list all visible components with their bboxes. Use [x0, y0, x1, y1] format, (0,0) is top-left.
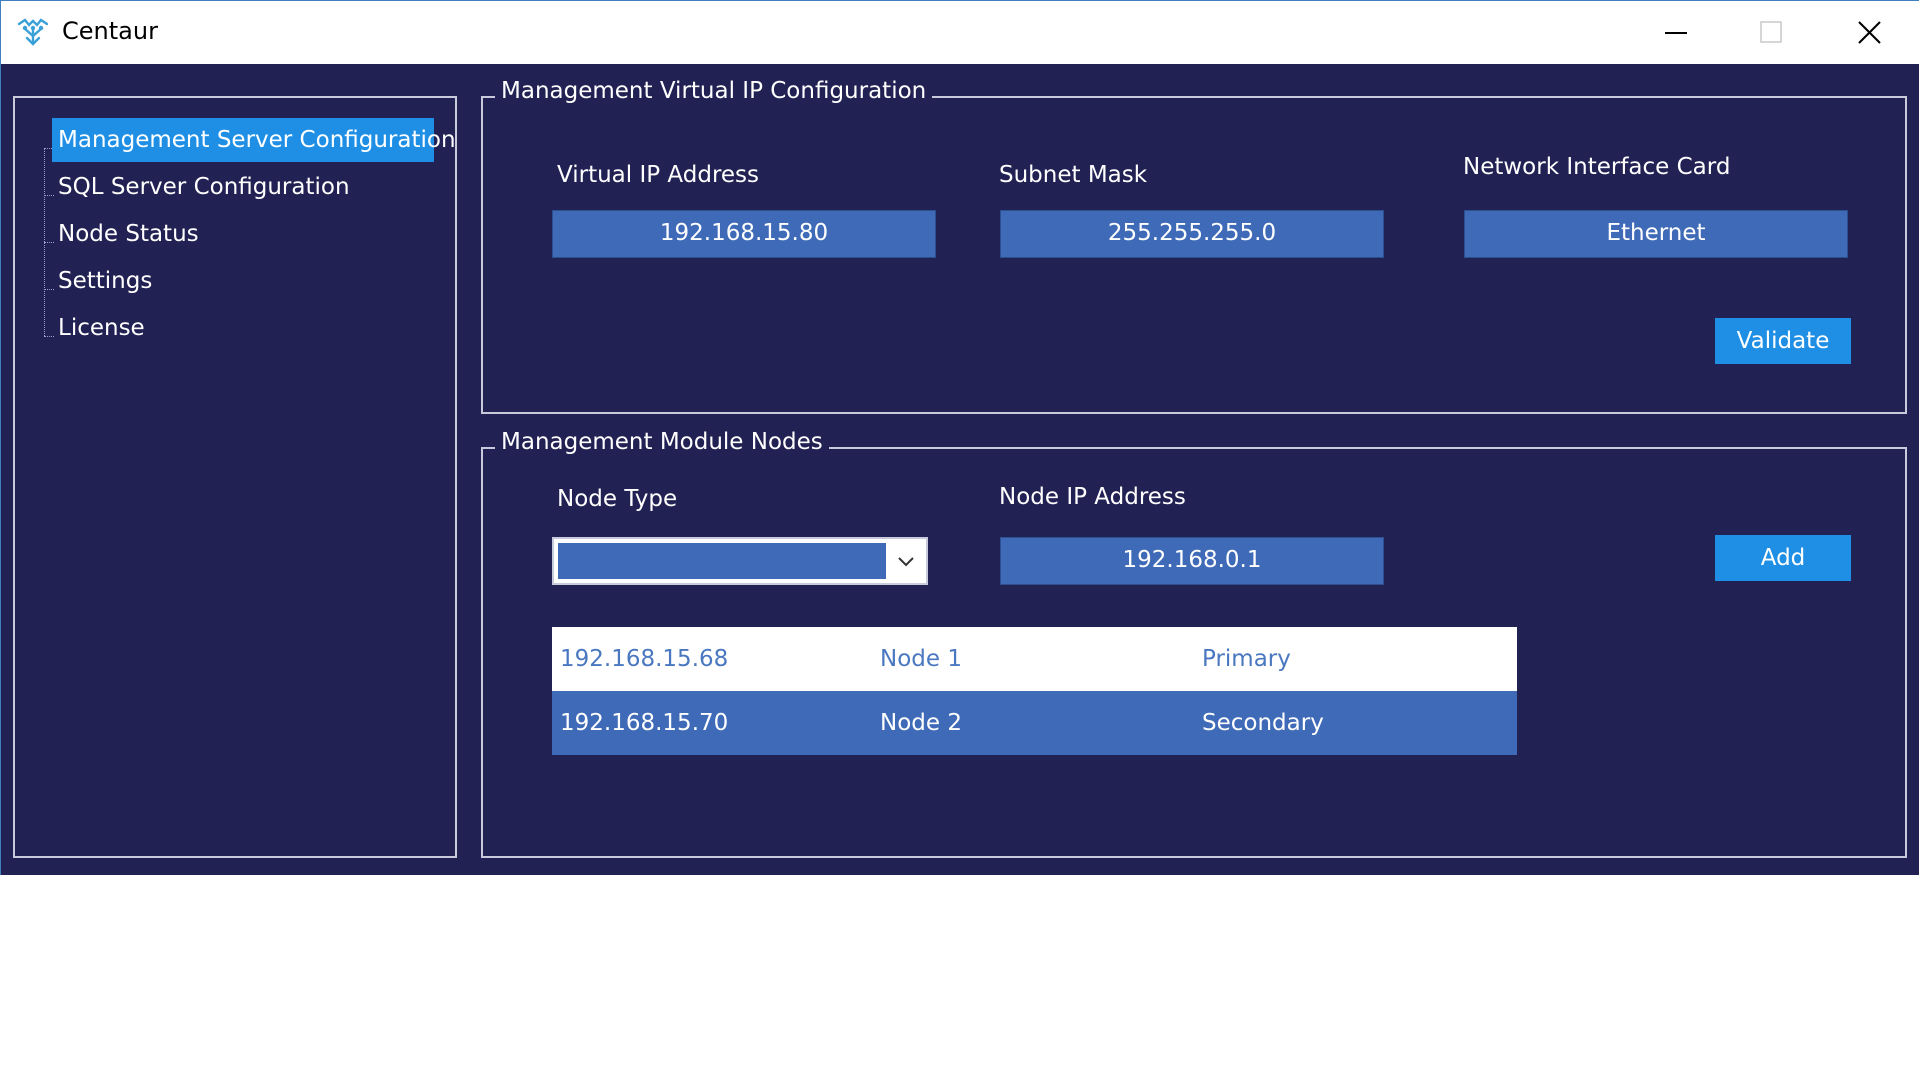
virtual-ip-input[interactable]: 192.168.15.80 [552, 210, 936, 258]
close-icon [1858, 21, 1881, 44]
module-nodes-title: Management Module Nodes [495, 429, 829, 455]
node-type-selected-value [558, 543, 886, 579]
subnet-mask-input[interactable]: 255.255.255.0 [1000, 210, 1384, 258]
vip-config-title: Management Virtual IP Configuration [495, 78, 933, 104]
node-role-cell: Primary [1202, 646, 1291, 672]
tree-item-settings[interactable]: Settings [52, 259, 158, 303]
nic-input[interactable]: Ethernet [1464, 210, 1848, 258]
node-role-cell: Secondary [1202, 710, 1324, 736]
virtual-ip-label: Virtual IP Address [557, 162, 760, 188]
close-button[interactable] [1821, 1, 1917, 65]
node-ip-input[interactable]: 192.168.0.1 [1000, 537, 1384, 585]
minimize-icon [1665, 32, 1687, 34]
minimize-button[interactable] [1627, 1, 1723, 65]
app-window: Centaur Management Server Configuration … [0, 0, 1919, 875]
navigation-tree: Management Server Configuration SQL Serv… [13, 96, 457, 858]
nodes-table: 192.168.15.68 Node 1 Primary 192.168.15.… [552, 627, 1517, 755]
chevron-down-icon [898, 557, 914, 567]
node-ip-cell: 192.168.15.68 [560, 646, 729, 672]
tree-item-sql-server-configuration[interactable]: SQL Server Configuration [52, 165, 356, 209]
title-bar[interactable]: Centaur [1, 0, 1919, 64]
centaur-logo-icon [17, 18, 49, 46]
node-name-cell: Node 1 [880, 646, 962, 672]
window-title: Centaur [62, 17, 158, 45]
tree-item-management-server-configuration[interactable]: Management Server Configuration [52, 118, 456, 162]
add-node-button[interactable]: Add [1715, 535, 1851, 581]
table-row[interactable]: 192.168.15.68 Node 1 Primary [552, 627, 1517, 691]
tree-item-license[interactable]: License [52, 306, 151, 350]
node-ip-label: Node IP Address [999, 484, 1186, 510]
table-row[interactable]: 192.168.15.70 Node 2 Secondary [552, 691, 1517, 755]
validate-button[interactable]: Validate [1715, 318, 1851, 364]
main-content: Management Server Configuration SQL Serv… [1, 64, 1919, 875]
nic-label: Network Interface Card [1463, 154, 1731, 180]
vip-config-group: Management Virtual IP Configuration Virt… [481, 78, 1907, 414]
node-ip-cell: 192.168.15.70 [560, 710, 729, 736]
module-nodes-group: Management Module Nodes Node Type Node I… [481, 429, 1907, 858]
tree-item-node-status[interactable]: Node Status [52, 212, 205, 256]
subnet-mask-label: Subnet Mask [999, 162, 1148, 188]
maximize-icon [1760, 21, 1782, 43]
maximize-button[interactable] [1723, 1, 1819, 65]
node-type-dropdown[interactable] [552, 537, 928, 585]
node-name-cell: Node 2 [880, 710, 962, 736]
node-type-label: Node Type [557, 486, 678, 512]
